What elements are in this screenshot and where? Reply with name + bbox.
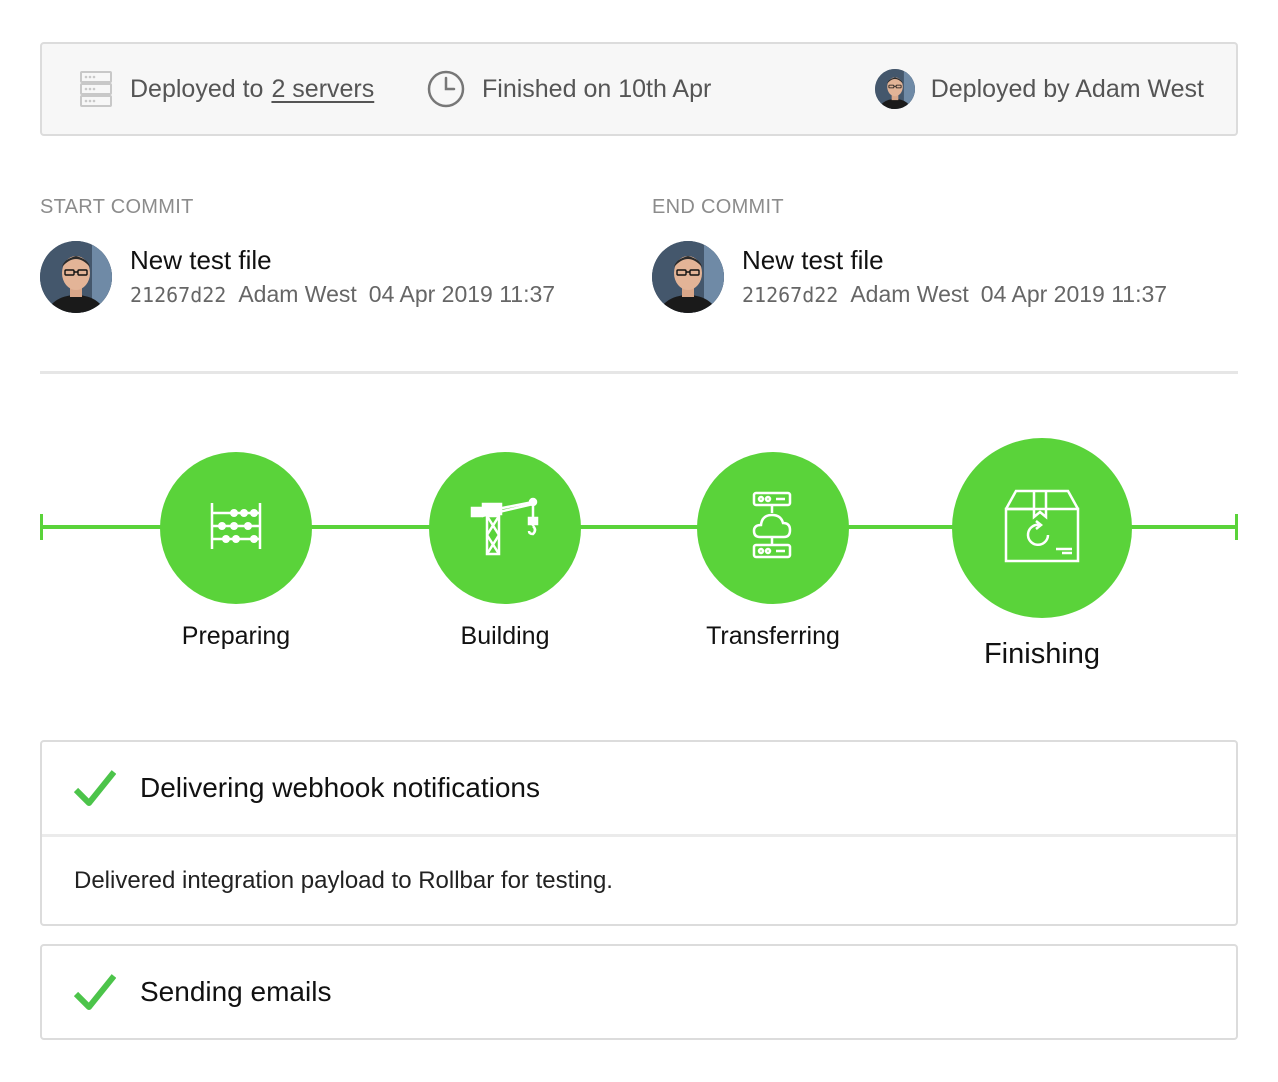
pipeline-start-cap bbox=[40, 514, 43, 540]
stage-label: Transferring bbox=[706, 622, 840, 650]
avatar bbox=[652, 241, 724, 313]
start-commit: START COMMIT New test file 21267d22 Adam … bbox=[40, 196, 620, 315]
stage-preparing[interactable]: Preparing bbox=[160, 452, 312, 651]
step-sending-emails[interactable]: Sending emails bbox=[40, 944, 1238, 1040]
step-webhook-notifications[interactable]: Delivering webhook notifications Deliver… bbox=[40, 740, 1238, 926]
finished-date: Finished on 10th Apr bbox=[482, 74, 712, 103]
end-commit-label: END COMMIT bbox=[652, 196, 784, 218]
commit-hash[interactable]: 21267d22 bbox=[130, 283, 226, 307]
stage-circle bbox=[952, 438, 1132, 618]
avatar bbox=[874, 69, 915, 109]
commit-meta: 21267d22 Adam West 04 Apr 2019 11:37 bbox=[742, 281, 1167, 308]
section-divider bbox=[40, 371, 1238, 374]
deployed-to-label: Deployed to bbox=[130, 74, 264, 103]
commit-message: New test file bbox=[130, 245, 272, 275]
end-commit-details: New test file 21267d22 Adam West 04 Apr 20… bbox=[652, 241, 1232, 315]
stage-transferring[interactable]: Transferring bbox=[697, 452, 849, 651]
crane-icon bbox=[469, 494, 541, 563]
deployed-by: Deployed by Adam West bbox=[930, 74, 1204, 103]
server-stack-icon bbox=[78, 69, 114, 109]
package-refresh-icon bbox=[1002, 487, 1082, 570]
commit-author: Adam West bbox=[238, 281, 357, 307]
pipeline-end-cap bbox=[1235, 514, 1238, 540]
check-icon bbox=[74, 972, 116, 1012]
step-header[interactable]: Delivering webhook notifications bbox=[42, 742, 1236, 834]
servers-link[interactable]: 2 servers bbox=[271, 75, 374, 104]
commit-meta: 21267d22 Adam West 04 Apr 2019 11:37 bbox=[130, 281, 555, 308]
start-commit-details: New test file 21267d22 Adam West 04 Apr 20… bbox=[40, 241, 620, 315]
stage-finishing[interactable]: Finishing bbox=[952, 438, 1132, 671]
deployment-summary-bar: Deployed to 2 servers Finished on 10th A… bbox=[40, 42, 1238, 136]
end-commit: END COMMIT New test file 21267d22 Adam We… bbox=[652, 196, 1232, 315]
start-commit-label: START COMMIT bbox=[40, 196, 194, 218]
stage-building[interactable]: Building bbox=[429, 452, 581, 651]
stage-label: Preparing bbox=[181, 622, 291, 650]
avatar bbox=[40, 241, 112, 313]
summary-deployer: Deployed by Adam West bbox=[874, 44, 1204, 134]
commit-hash[interactable]: 21267d22 bbox=[742, 283, 838, 307]
stage-circle bbox=[429, 452, 581, 604]
summary-finished: Finished on 10th Apr bbox=[426, 44, 711, 134]
commit-date: 04 Apr 2019 11:37 bbox=[368, 281, 556, 307]
commit-author: Adam West bbox=[850, 281, 969, 307]
cloud-transfer-icon bbox=[750, 491, 796, 566]
deployment-pipeline: Preparing Building Transferring Finishin… bbox=[40, 438, 1238, 698]
summary-servers: Deployed to 2 servers bbox=[78, 44, 374, 134]
step-detail: Delivered integration payload to Rollbar… bbox=[74, 866, 613, 894]
abacus-icon bbox=[208, 501, 264, 556]
step-header[interactable]: Sending emails bbox=[42, 946, 1236, 1038]
stage-circle bbox=[160, 452, 312, 604]
check-icon bbox=[74, 768, 116, 808]
commit-message: New test file bbox=[742, 245, 884, 275]
step-title: Sending emails bbox=[140, 976, 332, 1007]
stage-label: Building bbox=[460, 622, 550, 650]
commit-date: 04 Apr 2019 11:37 bbox=[980, 281, 1168, 307]
stage-circle bbox=[697, 452, 849, 604]
step-title: Delivering webhook notifications bbox=[140, 772, 540, 803]
clock-icon bbox=[426, 69, 466, 109]
stage-label: Finishing bbox=[983, 638, 1101, 670]
